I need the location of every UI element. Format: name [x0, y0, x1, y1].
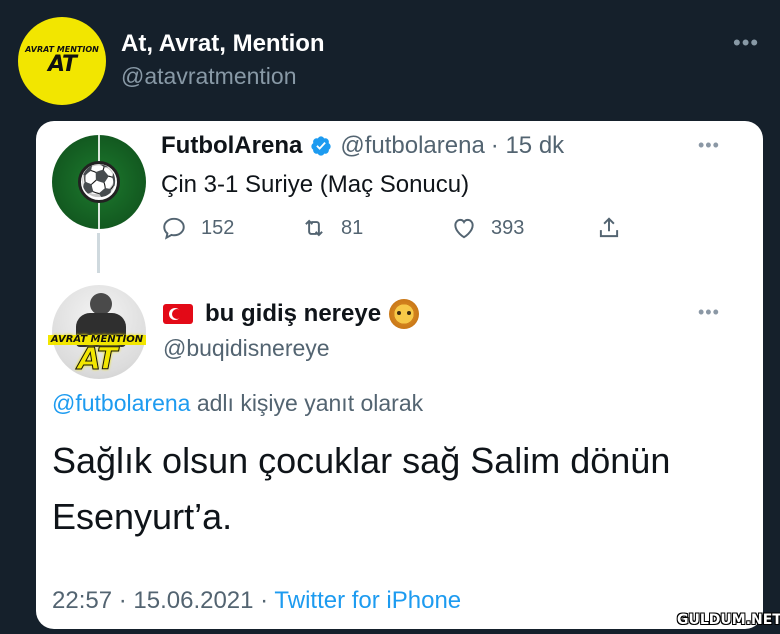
parent-tweet-text: Çin 3-1 Suriye (Maç Sonucu)	[161, 171, 470, 198]
parent-tweet-header: FutbolArena @futbolarena · 15 dk	[161, 132, 564, 160]
account-handle[interactable]: @atavratmention	[121, 63, 297, 90]
at-avrat-mention-logo: AVRAT MENTION AT	[36, 331, 158, 379]
turkey-flag-icon	[163, 304, 193, 324]
share-button[interactable]	[596, 215, 636, 241]
like-count: 393	[491, 216, 525, 239]
reply-count: 152	[201, 216, 235, 239]
account-avatar[interactable]: AVRAT MENTION AT	[18, 17, 106, 105]
account-logo: AVRAT MENTION AT	[25, 46, 99, 76]
thread-connector	[97, 233, 100, 273]
retweet-icon	[305, 219, 323, 237]
soccer-ball-icon: ⚽	[78, 161, 120, 203]
account-display-name[interactable]: At, Avrat, Mention	[121, 30, 325, 58]
reply-tweet-text: Sağlık olsun çocuklar sağ Salim dönün Es…	[52, 440, 671, 537]
reply-button[interactable]: 152	[161, 215, 234, 241]
tweet-source-link[interactable]: Twitter for iPhone	[274, 587, 461, 614]
reply-more-icon[interactable]: •••	[698, 302, 720, 323]
replying-to-text: adlı kişiye yanıt olarak	[190, 390, 424, 416]
tweet-screenshot-card: ⚽ FutbolArena @futbolarena · 15 dk ••• Ç…	[36, 121, 763, 629]
logo-big-text: AT	[48, 52, 77, 77]
heart-icon	[454, 218, 474, 239]
reply-logo-text: AVRAT MENTION AT	[47, 335, 147, 377]
parent-author-name[interactable]: FutbolArena	[161, 132, 302, 160]
tweet-footer: 22:57 · 15.06.2021 · Twitter for iPhone	[52, 587, 461, 615]
parent-more-icon[interactable]: •••	[698, 135, 720, 156]
avatar-person-head	[90, 293, 112, 315]
reply-author-handle[interactable]: @buqidisnereye	[163, 335, 330, 362]
parent-action-bar: 152 81 393	[161, 215, 641, 247]
replying-to-link[interactable]: @futbolarena	[52, 390, 190, 416]
share-icon	[599, 217, 619, 238]
lion-emoji-icon	[389, 299, 420, 329]
parent-timestamp[interactable]: · 15 dk	[491, 132, 564, 160]
futbolarena-avatar[interactable]: ⚽	[52, 135, 146, 229]
more-options-icon[interactable]: •••	[733, 30, 759, 56]
reply-logo-big: AT	[77, 342, 118, 377]
like-button[interactable]: 393	[451, 215, 524, 241]
verified-badge-icon	[311, 136, 331, 156]
reply-icon	[163, 217, 185, 240]
tweet-timestamp[interactable]: 22:57 · 15.06.2021 ·	[52, 587, 274, 614]
replying-to-line: @futbolarena adlı kişiye yanıt olarak	[52, 390, 423, 417]
site-watermark: GULDUM.NET	[677, 612, 780, 628]
reply-author-name: bu gidiş nereye	[205, 300, 382, 327]
retweet-button[interactable]: 81	[301, 215, 363, 241]
reply-author-header[interactable]: bu gidiş nereye	[163, 299, 420, 329]
retweet-count: 81	[341, 216, 364, 239]
parent-author-handle[interactable]: @futbolarena	[340, 132, 484, 160]
